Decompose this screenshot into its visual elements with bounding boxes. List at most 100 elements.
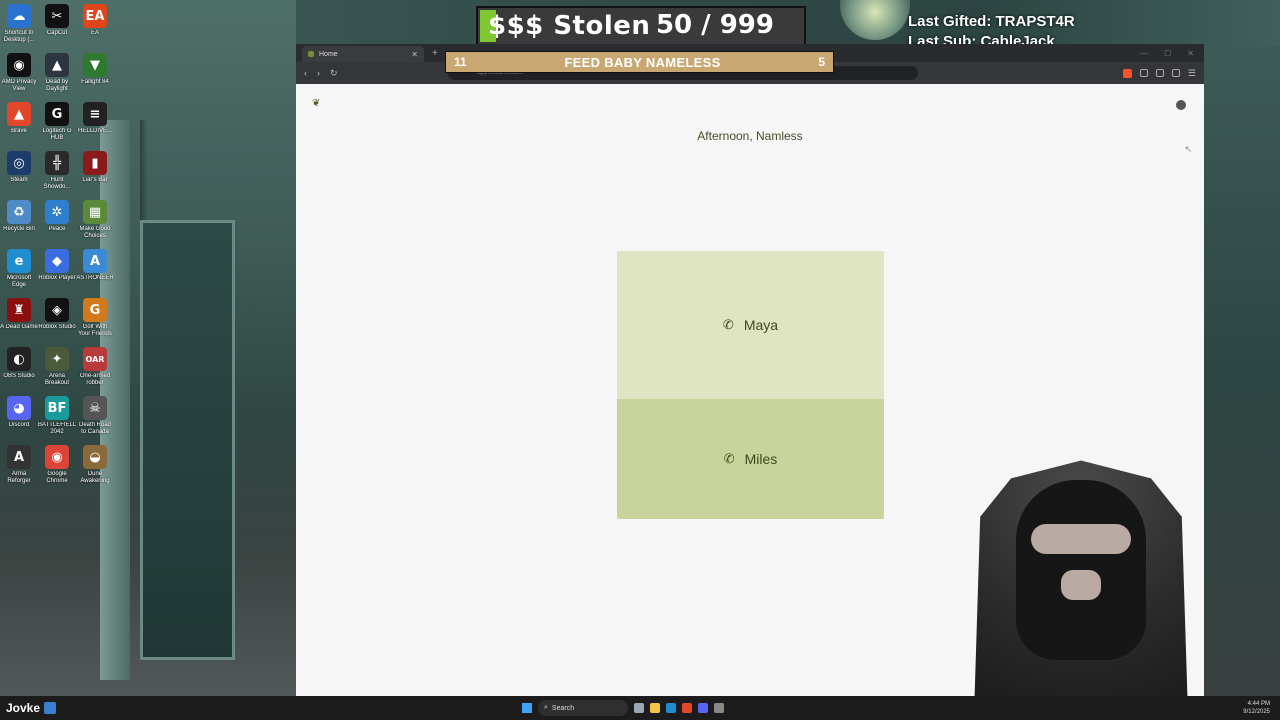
minimize-icon[interactable]: — bbox=[1140, 49, 1148, 58]
reload-icon[interactable]: ↻ bbox=[330, 68, 338, 79]
app-icon: ◈ bbox=[45, 298, 69, 322]
desktop-icon-label: OBS Studio bbox=[3, 373, 35, 379]
webcam-mask-mouth bbox=[1061, 570, 1101, 600]
brave-shields-icon[interactable] bbox=[1122, 68, 1132, 78]
menu-icon[interactable]: ☰ bbox=[1188, 68, 1196, 79]
desktop-icon[interactable]: ☠ Death Road to Canada bbox=[76, 394, 114, 443]
streamer-name: Jovke bbox=[0, 701, 100, 715]
desktop-icon-label: Brave bbox=[11, 128, 27, 134]
back-icon[interactable]: ‹ bbox=[304, 68, 307, 78]
desktop-icon[interactable]: ◎ Steam bbox=[0, 149, 38, 198]
wallet-icon[interactable] bbox=[1171, 69, 1180, 77]
desktop-icon-label: Make Good Choices bbox=[79, 226, 111, 239]
desktop-icon[interactable]: ◒ Dune Awakening bbox=[76, 443, 114, 492]
desktop-icon[interactable]: A ASTRONEER bbox=[76, 247, 114, 296]
contact-name: Miles bbox=[744, 451, 778, 467]
settings-icon[interactable] bbox=[714, 703, 724, 713]
app-icon: ▼ bbox=[83, 53, 107, 77]
search-label: Search bbox=[551, 704, 575, 712]
discord-icon[interactable] bbox=[698, 703, 708, 713]
desktop-icon[interactable]: ☁ Shortcut to Desktop (... bbox=[0, 2, 38, 51]
taskbar-search[interactable]: ⌕ Search bbox=[538, 700, 628, 716]
forward-icon[interactable]: › bbox=[317, 68, 320, 78]
desktop-icon-label: One-armed robber bbox=[79, 373, 111, 386]
sidebar-icon[interactable] bbox=[1155, 69, 1164, 77]
app-icon: ╬ bbox=[45, 151, 69, 175]
sesame-logo-icon[interactable]: ❦ bbox=[312, 98, 320, 109]
desktop-icon[interactable]: ◕ Discord bbox=[0, 394, 38, 443]
app-icon: ☠ bbox=[83, 396, 107, 420]
desktop-icon-label: EA bbox=[90, 30, 99, 36]
desktop-icon[interactable]: ◆ Roblox Player bbox=[38, 247, 76, 296]
desktop-icon-label: BATTLEFIELD 2042 bbox=[38, 422, 76, 435]
desktop-icon[interactable]: ✲ Peace bbox=[38, 198, 76, 247]
contact-card-miles[interactable]: ✆ Miles bbox=[617, 399, 884, 519]
desktop-icon[interactable]: ♜ A Dead Game bbox=[0, 296, 38, 345]
desktop-icon-label: Dune Awakening bbox=[80, 471, 110, 484]
desktop-icon-label: HELLDIVE... bbox=[77, 128, 112, 134]
desktop-icon[interactable]: ▲ Brave bbox=[0, 100, 38, 149]
taskbar-center: ⌕ Search bbox=[522, 700, 724, 716]
close-tab-icon[interactable]: ✕ bbox=[411, 50, 418, 59]
desktop-icon[interactable]: ▮ Liar's Bar bbox=[76, 149, 114, 198]
close-window-icon[interactable]: ✕ bbox=[1187, 49, 1194, 58]
feed-goal-title: FEED BABY NAMELESS bbox=[564, 54, 721, 70]
maximize-icon[interactable]: ☐ bbox=[1164, 49, 1171, 58]
desktop-icon[interactable]: G Golf With Your Friends bbox=[76, 296, 114, 345]
taskbar-clock[interactable]: 4:44 PM 9/12/2025 bbox=[1243, 700, 1270, 716]
desktop-icon[interactable]: e Microsoft Edge bbox=[0, 247, 38, 296]
clock-time: 4:44 PM bbox=[1247, 701, 1270, 707]
desktop-icon[interactable]: ◉ Google Chrome bbox=[38, 443, 76, 492]
contact-card-maya[interactable]: ✆ Maya bbox=[617, 251, 884, 399]
app-icon: ≡ bbox=[83, 102, 107, 126]
desktop-icon-label: Arma Reforger bbox=[7, 471, 31, 484]
app-icon: ♜ bbox=[7, 298, 31, 322]
desktop-icon-label: Fallight 84 bbox=[81, 79, 109, 85]
desktop-icon[interactable]: ◉ AMD Privacy View bbox=[0, 51, 38, 100]
webcam-mask-eyes bbox=[1031, 524, 1131, 554]
windows-start-icon[interactable] bbox=[522, 703, 532, 713]
clock-date: 9/12/2025 bbox=[1243, 709, 1270, 715]
desktop-icon[interactable]: EA EA bbox=[76, 2, 114, 51]
feed-goal-left: 11 bbox=[454, 55, 467, 69]
greeting: Afternoon, Namless bbox=[697, 129, 803, 143]
desktop-icon[interactable]: A Arma Reforger bbox=[0, 443, 38, 492]
account-icon[interactable] bbox=[1176, 100, 1186, 110]
desktop-icon-label: AMD Privacy View bbox=[1, 79, 37, 92]
desktop-icon[interactable]: ♻ Recycle Bin bbox=[0, 198, 38, 247]
desktop-icon-label: ASTRONEER bbox=[76, 275, 114, 281]
tab-title: Home bbox=[319, 50, 338, 58]
desktop-icon-label: Steam bbox=[10, 177, 28, 183]
desktop-icon[interactable]: ✦ Arena Breakout bbox=[38, 345, 76, 394]
app-icon: ✂ bbox=[45, 4, 69, 28]
app-icon: ◐ bbox=[7, 347, 31, 371]
app-icon: G bbox=[45, 102, 69, 126]
desktop-icon[interactable]: ▼ Fallight 84 bbox=[76, 51, 114, 100]
desktop-icon[interactable]: ▲ Dead by Daylight bbox=[38, 51, 76, 100]
app-icon: ▲ bbox=[45, 53, 69, 77]
new-tab-icon[interactable]: + bbox=[432, 48, 438, 59]
brave-icon[interactable] bbox=[682, 703, 692, 713]
desktop-icon-label: Discord bbox=[8, 422, 30, 428]
desktop-icon[interactable]: BF BATTLEFIELD 2042 bbox=[38, 394, 76, 443]
desktop-icon[interactable]: ◐ OBS Studio bbox=[0, 345, 38, 394]
streamer-label: Jovke bbox=[6, 701, 41, 715]
desktop-icon[interactable]: OAR One-armed robber bbox=[76, 345, 114, 394]
app-icon: EA bbox=[83, 4, 107, 28]
desktop-icon[interactable]: ╬ Hunt Showdo... bbox=[38, 149, 76, 198]
task-view-icon[interactable] bbox=[634, 703, 644, 713]
last-gifted: Last Gifted: TRAPST4R bbox=[908, 13, 1075, 30]
contact-cards: ✆ Maya ✆ Miles bbox=[617, 251, 884, 519]
desktop-icon[interactable]: ≡ HELLDIVE... bbox=[76, 100, 114, 149]
desktop-icon[interactable]: ◈ Roblox Studio bbox=[38, 296, 76, 345]
file-explorer-icon[interactable] bbox=[650, 703, 660, 713]
extensions-icon[interactable] bbox=[1139, 69, 1148, 77]
desktop-icon[interactable]: ✂ CapCut bbox=[38, 2, 76, 51]
desktop-icon[interactable]: G Logitech G HUB bbox=[38, 100, 76, 149]
desktop-icon[interactable]: ▦ Make Good Choices bbox=[76, 198, 114, 247]
app-icon: ◒ bbox=[83, 445, 107, 469]
edge-icon[interactable] bbox=[666, 703, 676, 713]
desktop-icon-label: Microsoft Edge bbox=[6, 275, 32, 288]
tab-home[interactable]: Home ✕ bbox=[302, 46, 424, 62]
app-icon: ◕ bbox=[7, 396, 31, 420]
